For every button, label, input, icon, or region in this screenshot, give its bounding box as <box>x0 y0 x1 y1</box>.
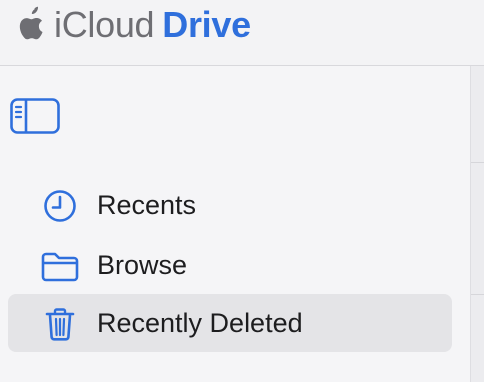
sidebar-item-label: Browse <box>97 250 188 280</box>
divider <box>471 294 484 295</box>
sidebar: Recents Browse Recently Deleted <box>0 66 470 382</box>
sidebar-item-recently-deleted[interactable]: Recently Deleted <box>8 294 452 352</box>
sidebar-item-browse[interactable]: Browse <box>8 236 452 294</box>
divider <box>471 162 484 163</box>
brand-icloud-text: iCloud <box>54 4 155 45</box>
folder-icon <box>41 252 79 282</box>
icloud-drive-page: iCloud Drive Recents Browse Recently Del… <box>0 0 484 382</box>
sidebar-item-recents[interactable]: Recents <box>8 176 452 234</box>
brand-drive-text: Drive <box>162 4 251 45</box>
sidebar-item-label: Recents <box>97 190 197 220</box>
sidebar-item-label: Recently Deleted <box>97 308 303 338</box>
clock-icon <box>44 190 76 222</box>
apple-logo-icon[interactable] <box>10 6 46 44</box>
content-pane-edge <box>470 66 484 382</box>
sidebar-toggle-button[interactable] <box>8 96 62 138</box>
trash-icon <box>45 308 75 341</box>
brand-title: iCloud Drive <box>54 3 251 47</box>
sidebar-toggle-icon <box>10 98 60 134</box>
header-bar: iCloud Drive <box>0 0 484 66</box>
